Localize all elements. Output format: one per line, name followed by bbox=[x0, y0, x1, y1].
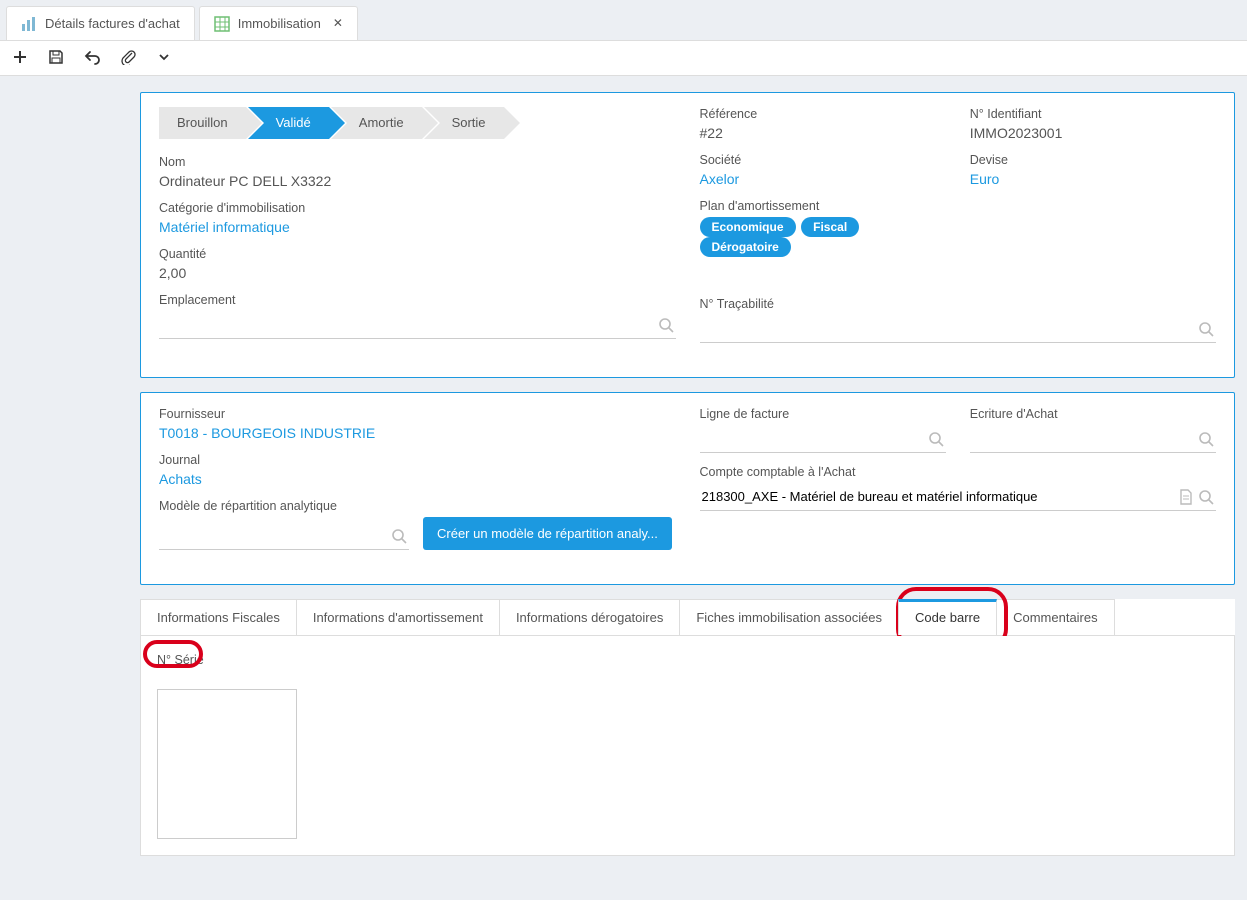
journal-value[interactable]: Achats bbox=[159, 471, 676, 487]
status-steps: Brouillon Validé Amortie Sortie bbox=[159, 107, 676, 139]
trace-input[interactable] bbox=[700, 315, 1217, 343]
create-model-button[interactable]: Créer un modèle de répartition analy... bbox=[423, 517, 672, 550]
tab-content-code-barre: N° Série bbox=[140, 636, 1235, 856]
subtab-derogatoires[interactable]: Informations dérogatoires bbox=[499, 599, 680, 635]
company-label: Société bbox=[700, 153, 946, 167]
tab-immobilisation[interactable]: Immobilisation ✕ bbox=[199, 6, 358, 40]
qty-label: Quantité bbox=[159, 247, 676, 261]
chart-icon bbox=[21, 15, 37, 32]
ecriture-label: Ecriture d'Achat bbox=[970, 407, 1216, 421]
currency-label: Devise bbox=[970, 153, 1216, 167]
ref-label: Référence bbox=[700, 107, 946, 121]
panel-main: Brouillon Validé Amortie Sortie Nom Ordi… bbox=[140, 92, 1235, 378]
plan-pill: Dérogatoire bbox=[700, 237, 791, 257]
serie-label: N° Série bbox=[157, 653, 204, 667]
supplier-label: Fournisseur bbox=[159, 407, 676, 421]
status-step[interactable]: Brouillon bbox=[159, 107, 246, 139]
subtab-code-barre[interactable]: Code barre bbox=[898, 599, 997, 635]
tab-label: Détails factures d'achat bbox=[45, 16, 180, 31]
supplier-value[interactable]: T0018 - BOURGEOIS INDUSTRIE bbox=[159, 425, 676, 441]
emplacement-input[interactable] bbox=[159, 311, 676, 339]
currency-value[interactable]: Euro bbox=[970, 171, 1216, 187]
compte-input[interactable] bbox=[700, 483, 1217, 511]
name-label: Nom bbox=[159, 155, 676, 169]
undo-icon[interactable] bbox=[84, 49, 100, 67]
toolbar bbox=[0, 40, 1247, 76]
add-icon[interactable] bbox=[12, 49, 28, 67]
grid-icon bbox=[214, 15, 230, 32]
company-value[interactable]: Axelor bbox=[700, 171, 946, 187]
ident-value: IMMO2023001 bbox=[970, 125, 1216, 141]
tab-label: Immobilisation bbox=[238, 16, 321, 31]
more-icon[interactable] bbox=[156, 49, 172, 67]
subtab-fiches[interactable]: Fiches immobilisation associées bbox=[679, 599, 899, 635]
plan-label: Plan d'amortissement bbox=[700, 199, 946, 213]
qty-value: 2,00 bbox=[159, 265, 676, 281]
attach-icon[interactable] bbox=[120, 49, 136, 67]
subtab-commentaires[interactable]: Commentaires bbox=[996, 599, 1115, 635]
close-icon[interactable]: ✕ bbox=[333, 16, 343, 30]
category-label: Catégorie d'immobilisation bbox=[159, 201, 676, 215]
subtabs-bar: Informations Fiscales Informations d'amo… bbox=[140, 599, 1235, 636]
plan-pill: Economique bbox=[700, 217, 796, 237]
subtab-fiscales[interactable]: Informations Fiscales bbox=[140, 599, 297, 635]
plan-pills: Economique Fiscal Dérogatoire bbox=[700, 217, 946, 257]
line-label: Ligne de facture bbox=[700, 407, 946, 421]
save-icon[interactable] bbox=[48, 49, 64, 67]
name-value: Ordinateur PC DELL X3322 bbox=[159, 173, 676, 189]
emplacement-label: Emplacement bbox=[159, 293, 676, 307]
journal-label: Journal bbox=[159, 453, 676, 467]
ecriture-input[interactable] bbox=[970, 425, 1216, 453]
category-value[interactable]: Matériel informatique bbox=[159, 219, 676, 235]
barcode-placeholder bbox=[157, 689, 297, 839]
subtab-amortissement[interactable]: Informations d'amortissement bbox=[296, 599, 500, 635]
model-input[interactable] bbox=[159, 522, 409, 550]
compte-label: Compte comptable à l'Achat bbox=[700, 465, 1217, 479]
view-tabs: Détails factures d'achat Immobilisation … bbox=[0, 0, 1247, 40]
ident-label: N° Identifiant bbox=[970, 107, 1216, 121]
plan-pill: Fiscal bbox=[801, 217, 859, 237]
line-input[interactable] bbox=[700, 425, 946, 453]
trace-label: N° Traçabilité bbox=[700, 297, 1217, 311]
ref-value: #22 bbox=[700, 125, 946, 141]
page-content: Brouillon Validé Amortie Sortie Nom Ordi… bbox=[0, 76, 1247, 880]
panel-supplier: Fournisseur T0018 - BOURGEOIS INDUSTRIE … bbox=[140, 392, 1235, 585]
model-label: Modèle de répartition analytique bbox=[159, 499, 676, 513]
tab-details-factures[interactable]: Détails factures d'achat bbox=[6, 6, 195, 40]
